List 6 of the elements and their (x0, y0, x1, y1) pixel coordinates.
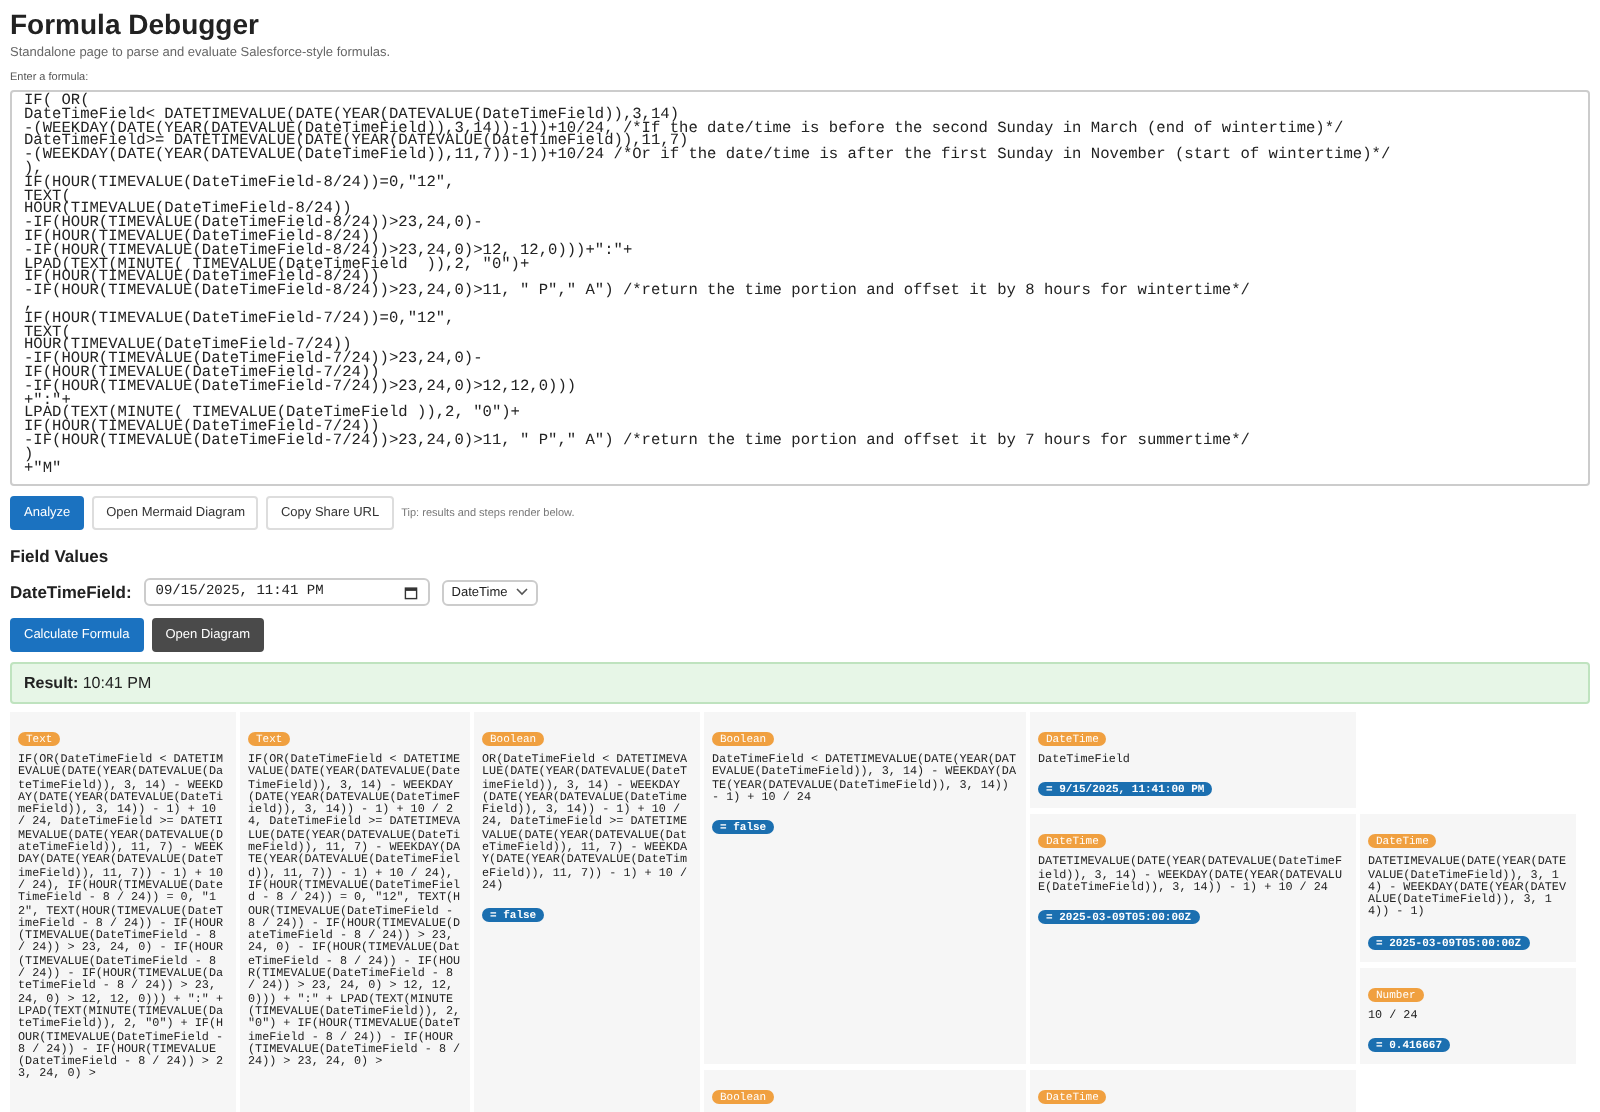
section-heading: Field Values (10, 546, 111, 566)
page-title: Formula Debugger (10, 8, 261, 40)
result-text: Result: 10:41 PM (10, 662, 1590, 704)
field-label: DateTimeField: (10, 582, 132, 602)
chevron-down-icon (515, 588, 528, 596)
calendar-icon[interactable] (403, 585, 418, 599)
